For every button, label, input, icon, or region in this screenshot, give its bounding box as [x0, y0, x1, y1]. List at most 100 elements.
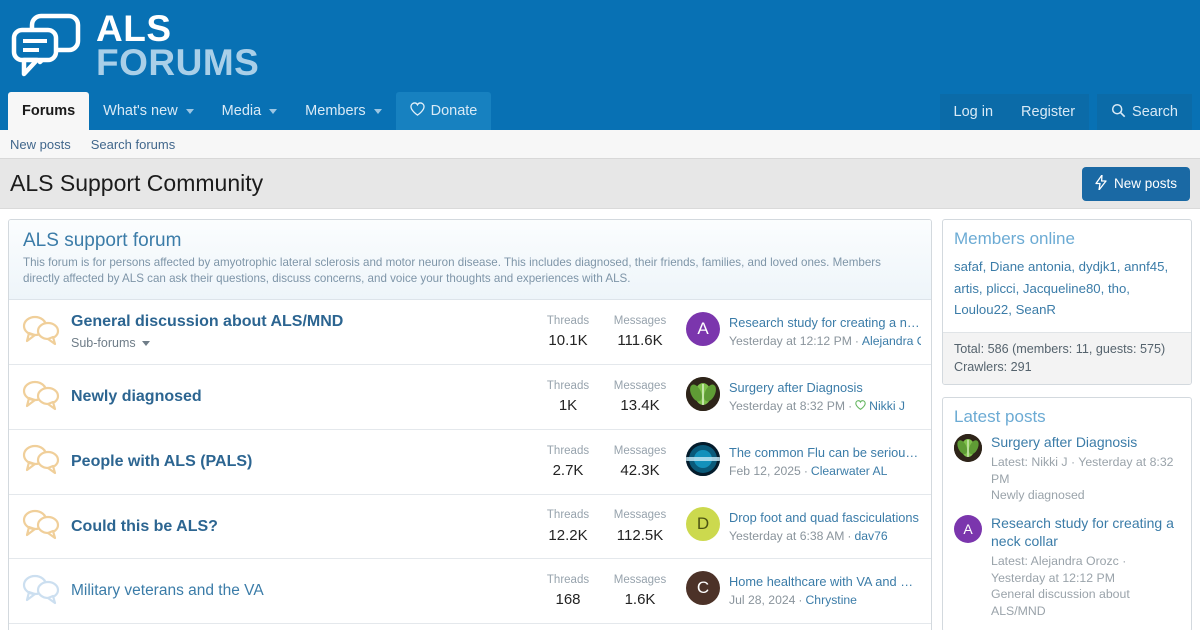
latest-post-forum[interactable]: Newly diagnosed [991, 487, 1180, 504]
chevron-down-icon [269, 108, 278, 114]
last-post-meta: Yesterday at 12:12 PM·Alejandra Oro [729, 332, 921, 352]
last-post-cell: The common Flu can be serious.... Feb 12,… [676, 441, 921, 482]
last-post-title[interactable]: Home healthcare with VA and MEDI... [729, 572, 921, 591]
forum-icon [19, 314, 63, 351]
last-post-title[interactable]: Research study for creating a neck ... [729, 313, 921, 332]
login-button[interactable]: Log in [939, 94, 1008, 130]
member-online-link[interactable]: Jacqueline80 [1023, 281, 1101, 296]
nav-item-media[interactable]: Media [208, 92, 292, 130]
last-post-author[interactable]: Alejandra Oro [862, 332, 921, 352]
avatar[interactable] [686, 441, 720, 476]
forum-link[interactable]: Newly diagnosed [71, 387, 532, 406]
threads-value: 2.7K [552, 461, 584, 479]
avatar-letter: D [696, 513, 710, 533]
avatar-letter: A [963, 521, 973, 538]
nav-item-donate[interactable]: Donate [395, 92, 492, 130]
last-post-meta: Yesterday at 6:38 AM · dav76 [729, 527, 919, 547]
register-button[interactable]: Register [1007, 94, 1090, 130]
last-post-author[interactable]: Nikki J [869, 397, 905, 417]
nav-item-forums[interactable]: Forums [8, 92, 90, 130]
avatar[interactable]: A [686, 312, 720, 347]
member-online-link[interactable]: annf45 [1124, 259, 1164, 274]
nav-item-members[interactable]: Members [291, 92, 395, 130]
new-posts-button[interactable]: New posts [1081, 166, 1190, 201]
speech-bubbles-logo-icon [10, 13, 82, 79]
threads-label: Threads [546, 573, 590, 586]
page-title: ALS Support Community [10, 170, 264, 196]
last-post-lines: Home healthcare with VA and MEDI...Jul 2… [729, 571, 921, 611]
subnav-item-new-posts[interactable]: New posts [10, 137, 71, 152]
logo-line-als: ALS [96, 7, 172, 49]
member-online-link[interactable]: Diane antonia [990, 259, 1071, 274]
messages-stat: Messages 112.5K [604, 507, 676, 545]
last-post-author[interactable]: Clearwater AL [811, 462, 888, 482]
last-post-date: Yesterday at 6:38 AM [729, 528, 845, 543]
nav-item-label: Members [305, 103, 366, 119]
threads-label: Threads [546, 509, 590, 522]
login-label: Log in [953, 104, 994, 120]
table-row[interactable]: Familial ALS (FALS)ThreadsMessagesGeneti… [9, 624, 931, 630]
last-post-title[interactable]: Surgery after Diagnosis [729, 378, 905, 397]
table-row[interactable]: People with ALS (PALS) Threads 2.7K Message… [9, 430, 931, 495]
list-item[interactable]: A Research study for creating a neck coll… [954, 515, 1180, 620]
member-online-link[interactable]: Loulou22 [954, 302, 1008, 317]
last-post-title[interactable]: The common Flu can be serious.... [729, 443, 921, 462]
forum-link[interactable]: Military veterans and the VA [71, 582, 532, 601]
latest-post-forum[interactable]: General discussion about ALS/MND [991, 586, 1180, 619]
forum-bubbles-icon [22, 314, 60, 351]
subforums-toggle[interactable]: Sub-forums [71, 336, 150, 350]
avatar-photo-plant-icon [686, 377, 720, 412]
forum-link[interactable]: People with ALS (PALS) [71, 452, 532, 471]
nav-item-whats-new[interactable]: What's new [89, 92, 208, 130]
forum-bubbles-icon [22, 508, 60, 545]
member-online-link[interactable]: plicci [986, 281, 1015, 296]
forum-bubbles-icon [22, 379, 60, 416]
list-item[interactable]: Surgery after Diagnosis Latest: Nikki J ·… [954, 434, 1180, 504]
search-icon [1111, 103, 1126, 122]
table-row[interactable]: Newly diagnosed Threads 1K Messages 13.4K Sur… [9, 365, 931, 430]
nav-item-label: Donate [430, 103, 478, 119]
forum-link[interactable]: General discussion about ALS/MND [71, 312, 532, 331]
member-online-link[interactable]: SeanR [1016, 302, 1056, 317]
last-post-lines: Surgery after Diagnosis Yesterday at 8:32… [729, 377, 905, 417]
messages-label: Messages [613, 573, 667, 586]
table-row[interactable]: Military veterans and the VA Threads 168 Me… [9, 559, 931, 624]
table-row[interactable]: General discussion about ALS/MND Sub-foru… [9, 300, 931, 366]
member-online-link[interactable]: dydjk1 [1079, 259, 1117, 274]
last-post-author[interactable]: dav76 [854, 527, 887, 547]
last-post-separator: · [848, 399, 853, 414]
member-online-link[interactable]: tho [1108, 281, 1126, 296]
avatar[interactable] [954, 434, 982, 463]
latest-posts-inner: Latest posts Surgery after Diagnosis Late… [943, 398, 1191, 630]
forum-category-title[interactable]: ALS support forum [23, 230, 917, 252]
messages-value: 112.5K [616, 526, 664, 544]
messages-label: Messages [613, 444, 667, 457]
forum-category-description: This forum is for persons affected by am… [23, 256, 881, 285]
site-logo[interactable]: ALS FORUMS [0, 0, 1200, 86]
last-post-meta: Feb 12, 2025 · Clearwater AL [729, 462, 921, 482]
latest-post-title[interactable]: Research study for creating a neck colla… [991, 515, 1180, 551]
search-button[interactable]: Search [1097, 94, 1192, 130]
forum-link[interactable]: Could this be ALS? [71, 517, 532, 536]
table-row[interactable]: Could this be ALS? Threads 12.2K Messages 11… [9, 495, 931, 560]
last-post-title[interactable]: Drop foot and quad fasciculations [729, 508, 919, 527]
last-post-lines: The common Flu can be serious.... Feb 12,… [729, 442, 921, 482]
forum-list-column: ALS support forum This forum is for pers… [8, 219, 932, 630]
last-post-author[interactable]: Chrystine [805, 591, 856, 611]
avatar[interactable]: A [954, 515, 982, 544]
site-header: ALS FORUMS Forums What's new Media Membe… [0, 0, 1200, 130]
member-online-link[interactable]: safaf [954, 259, 983, 274]
nav-item-label: What's new [103, 103, 178, 119]
register-label: Register [1021, 104, 1076, 120]
last-post-separator: · [803, 464, 808, 479]
subnav-item-search-forums[interactable]: Search forums [91, 137, 176, 152]
last-post-lines: Drop foot and quad fasciculations Yesterd… [729, 507, 919, 547]
avatar[interactable] [686, 377, 720, 412]
latest-post-meta: Latest: Nikki J · Yesterday at 8:32 PM [991, 454, 1174, 486]
member-online-link[interactable]: artis [954, 281, 979, 296]
chevron-down-icon [373, 108, 382, 114]
avatar[interactable]: D [686, 506, 720, 541]
latest-post-title[interactable]: Surgery after Diagnosis [991, 434, 1180, 452]
avatar[interactable]: C [686, 571, 720, 606]
forum-rows: General discussion about ALS/MND Sub-foru… [9, 300, 931, 630]
